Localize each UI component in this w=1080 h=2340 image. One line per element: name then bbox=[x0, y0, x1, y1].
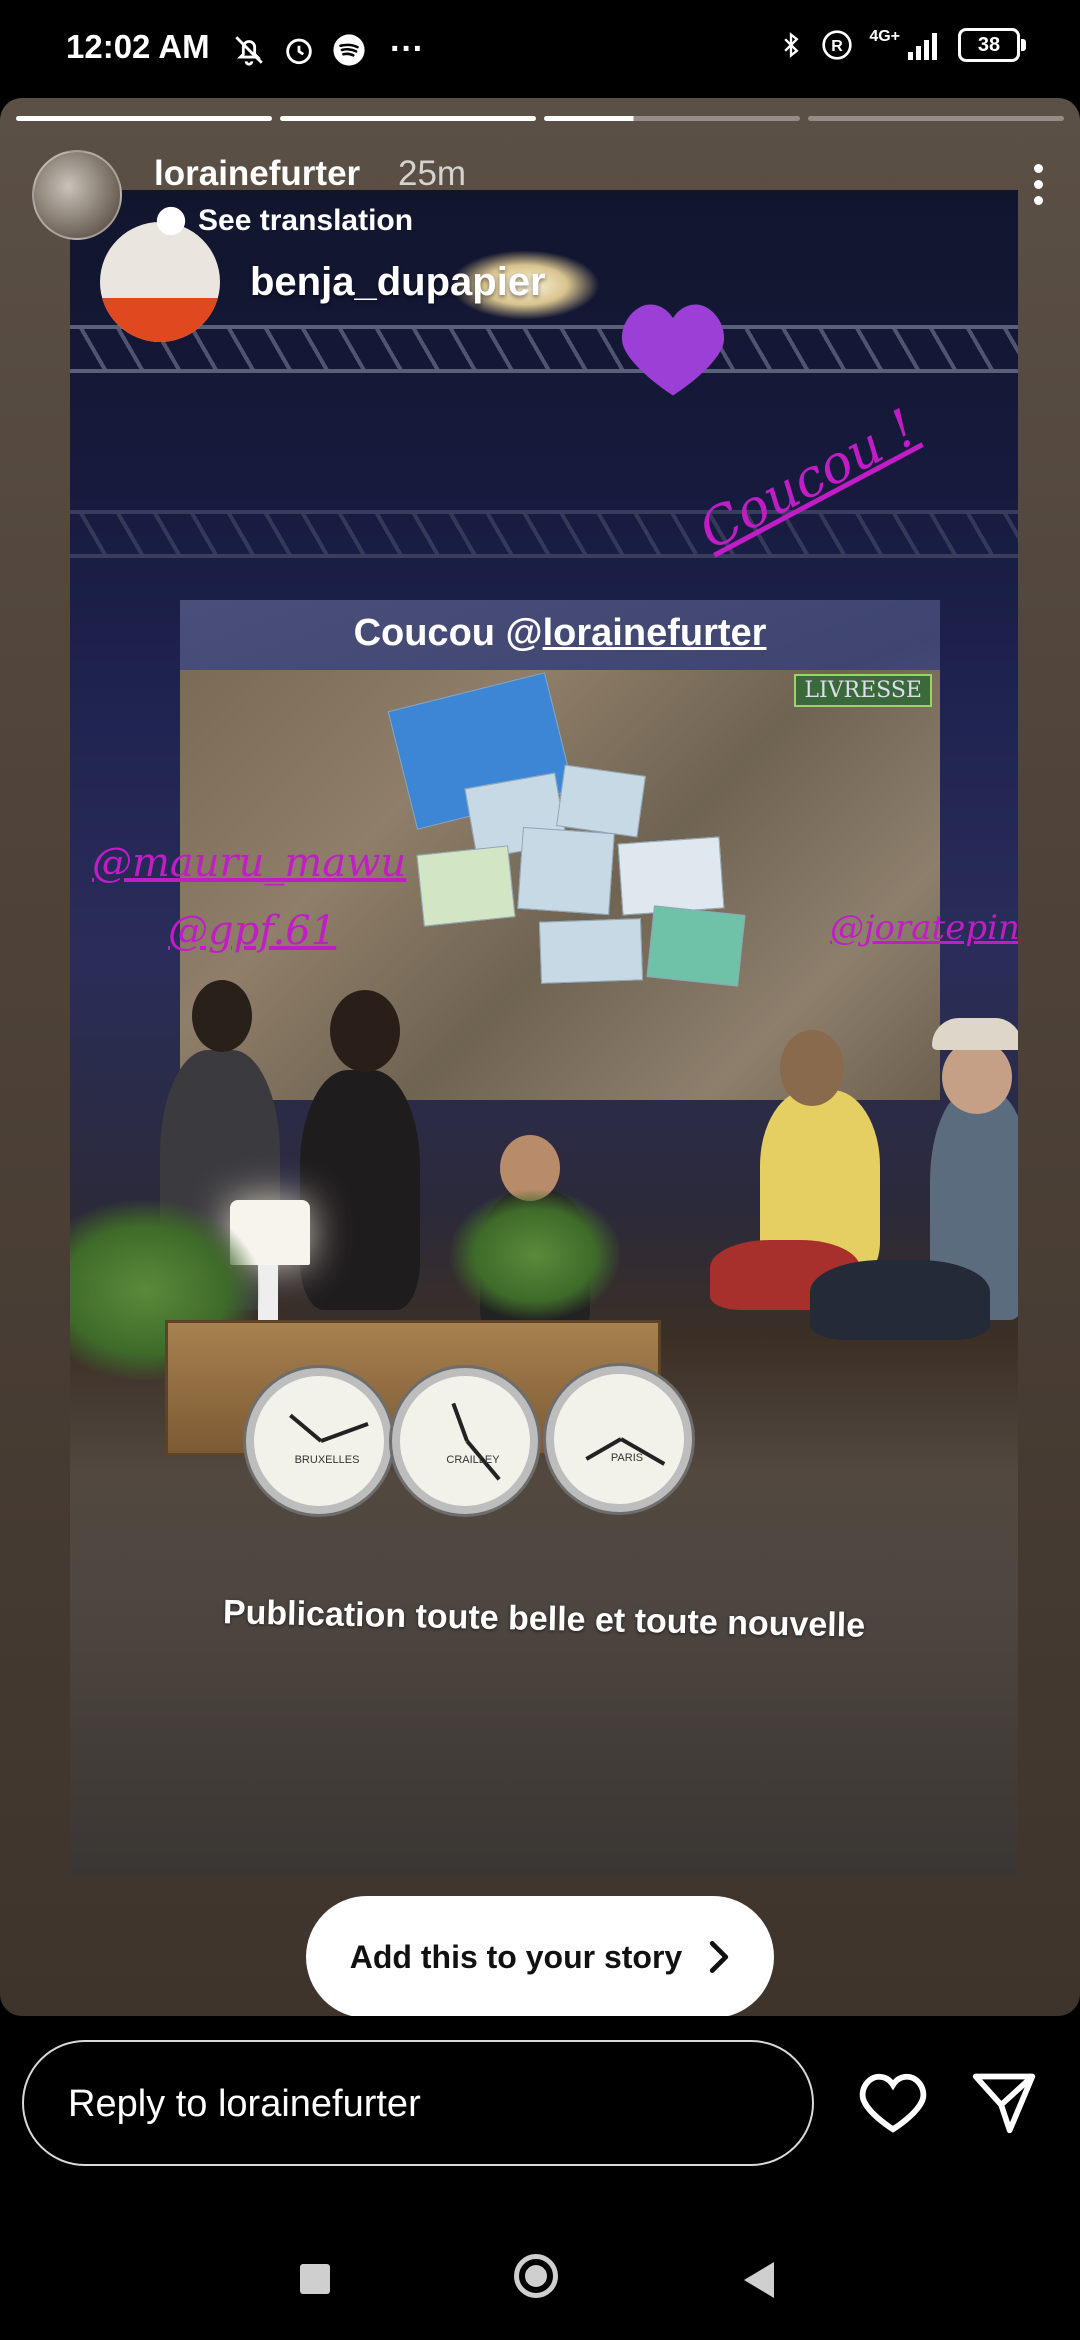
network-type: 4G+ bbox=[869, 28, 900, 45]
see-translation-label: See translation bbox=[198, 204, 414, 237]
signal-icon bbox=[908, 33, 937, 60]
panelist-head bbox=[330, 990, 400, 1072]
reply-input[interactable] bbox=[66, 2042, 770, 2166]
screen-title-prefix: Coucou @ bbox=[353, 612, 543, 654]
status-icons-left: ··· bbox=[232, 30, 424, 69]
wall-clock: PARIS bbox=[546, 1366, 692, 1512]
status-time: 12:02 AM bbox=[66, 28, 210, 65]
add-to-story-label: Add this to your story bbox=[349, 1938, 683, 1975]
clock-city: CRAILLEY bbox=[446, 1454, 500, 1466]
recents-button[interactable] bbox=[300, 2264, 330, 2294]
fern-plant bbox=[450, 1190, 620, 1320]
clock-city: PARIS bbox=[610, 1452, 644, 1464]
battery-icon: 38 bbox=[958, 28, 1026, 62]
mention-tag[interactable]: @gpf.61 bbox=[168, 908, 336, 954]
status-icons-right: R 4G+ 38 bbox=[777, 28, 1026, 62]
see-translation-button[interactable]: See translation bbox=[154, 204, 413, 238]
bell-off-icon bbox=[235, 35, 263, 66]
author-username[interactable]: lorainefurter bbox=[154, 154, 360, 194]
envelope bbox=[517, 826, 615, 916]
panelist bbox=[300, 1070, 420, 1310]
clock-hand bbox=[289, 1413, 323, 1443]
status-bar: 12:02 AM ··· R 4G+ 38 bbox=[0, 0, 1080, 98]
mention-avatar bbox=[100, 222, 220, 342]
progress-segment bbox=[544, 116, 800, 121]
clock-hand bbox=[451, 1402, 469, 1442]
envelope bbox=[556, 764, 646, 838]
envelope bbox=[416, 845, 516, 927]
mention-tag[interactable]: @mauru_mawu bbox=[92, 840, 406, 886]
post-time: 25m bbox=[398, 154, 467, 193]
mention-tag[interactable]: @joratepin bbox=[830, 908, 1018, 948]
reply-field[interactable] bbox=[22, 2040, 814, 2166]
author-avatar[interactable] bbox=[32, 150, 122, 240]
registered-icon: R bbox=[822, 30, 852, 60]
mention-username[interactable]: benja_dupapier bbox=[250, 260, 546, 305]
battery-level: 38 bbox=[977, 33, 1001, 56]
wall-clock: CRAILLEY bbox=[392, 1368, 538, 1514]
clock-city: BRUXELLES bbox=[294, 1454, 360, 1466]
alarm-icon bbox=[286, 38, 312, 64]
envelope bbox=[617, 836, 725, 916]
story-header: lorainefurter 25m See translation bbox=[32, 150, 1048, 240]
progress-segment bbox=[280, 116, 536, 121]
add-to-story-button[interactable]: Add this to your story bbox=[306, 1896, 774, 2016]
more-vertical-icon[interactable] bbox=[1034, 164, 1044, 205]
heart-icon[interactable] bbox=[858, 2070, 928, 2136]
mention-sticker[interactable]: benja_dupapier bbox=[100, 222, 546, 342]
clock-hand bbox=[320, 1422, 369, 1443]
panelist-head bbox=[192, 980, 252, 1052]
home-button[interactable] bbox=[514, 2254, 558, 2298]
envelope bbox=[646, 905, 746, 987]
spotify-icon bbox=[333, 33, 365, 66]
screen-title-mention[interactable]: lorainefurter bbox=[543, 612, 767, 654]
system-navigation-bar bbox=[0, 2210, 1080, 2340]
progress-segment bbox=[16, 116, 272, 121]
panelist-head bbox=[942, 1040, 1012, 1114]
story-photo[interactable]: Coucou @lorainefurter LIVRESSE BRUXELLES… bbox=[70, 190, 1018, 1878]
translate-icon bbox=[156, 206, 186, 236]
panelist-cap bbox=[932, 1018, 1018, 1050]
chevron-right-icon bbox=[710, 1941, 729, 1973]
svg-text:R: R bbox=[832, 38, 844, 55]
livresse-logo: LIVRESSE bbox=[794, 674, 932, 707]
more-dots-icon: ··· bbox=[390, 30, 424, 68]
send-icon[interactable] bbox=[968, 2068, 1040, 2136]
stage-truss bbox=[70, 510, 1018, 558]
screen-title: Coucou @lorainefurter bbox=[180, 612, 940, 655]
panelist bbox=[810, 1260, 990, 1340]
story-progress bbox=[16, 116, 1064, 121]
purple-heart-sticker bbox=[621, 304, 725, 396]
stage-floor bbox=[70, 1610, 1018, 1878]
panelist-head bbox=[780, 1030, 844, 1106]
story-viewer[interactable]: Coucou @lorainefurter LIVRESSE BRUXELLES… bbox=[0, 98, 1080, 2016]
progress-segment bbox=[808, 116, 1064, 121]
bluetooth-icon bbox=[784, 32, 799, 58]
envelope bbox=[538, 918, 644, 984]
back-button[interactable] bbox=[744, 2262, 774, 2298]
wall-clock: BRUXELLES bbox=[246, 1368, 392, 1514]
lamp-stem bbox=[258, 1265, 278, 1325]
